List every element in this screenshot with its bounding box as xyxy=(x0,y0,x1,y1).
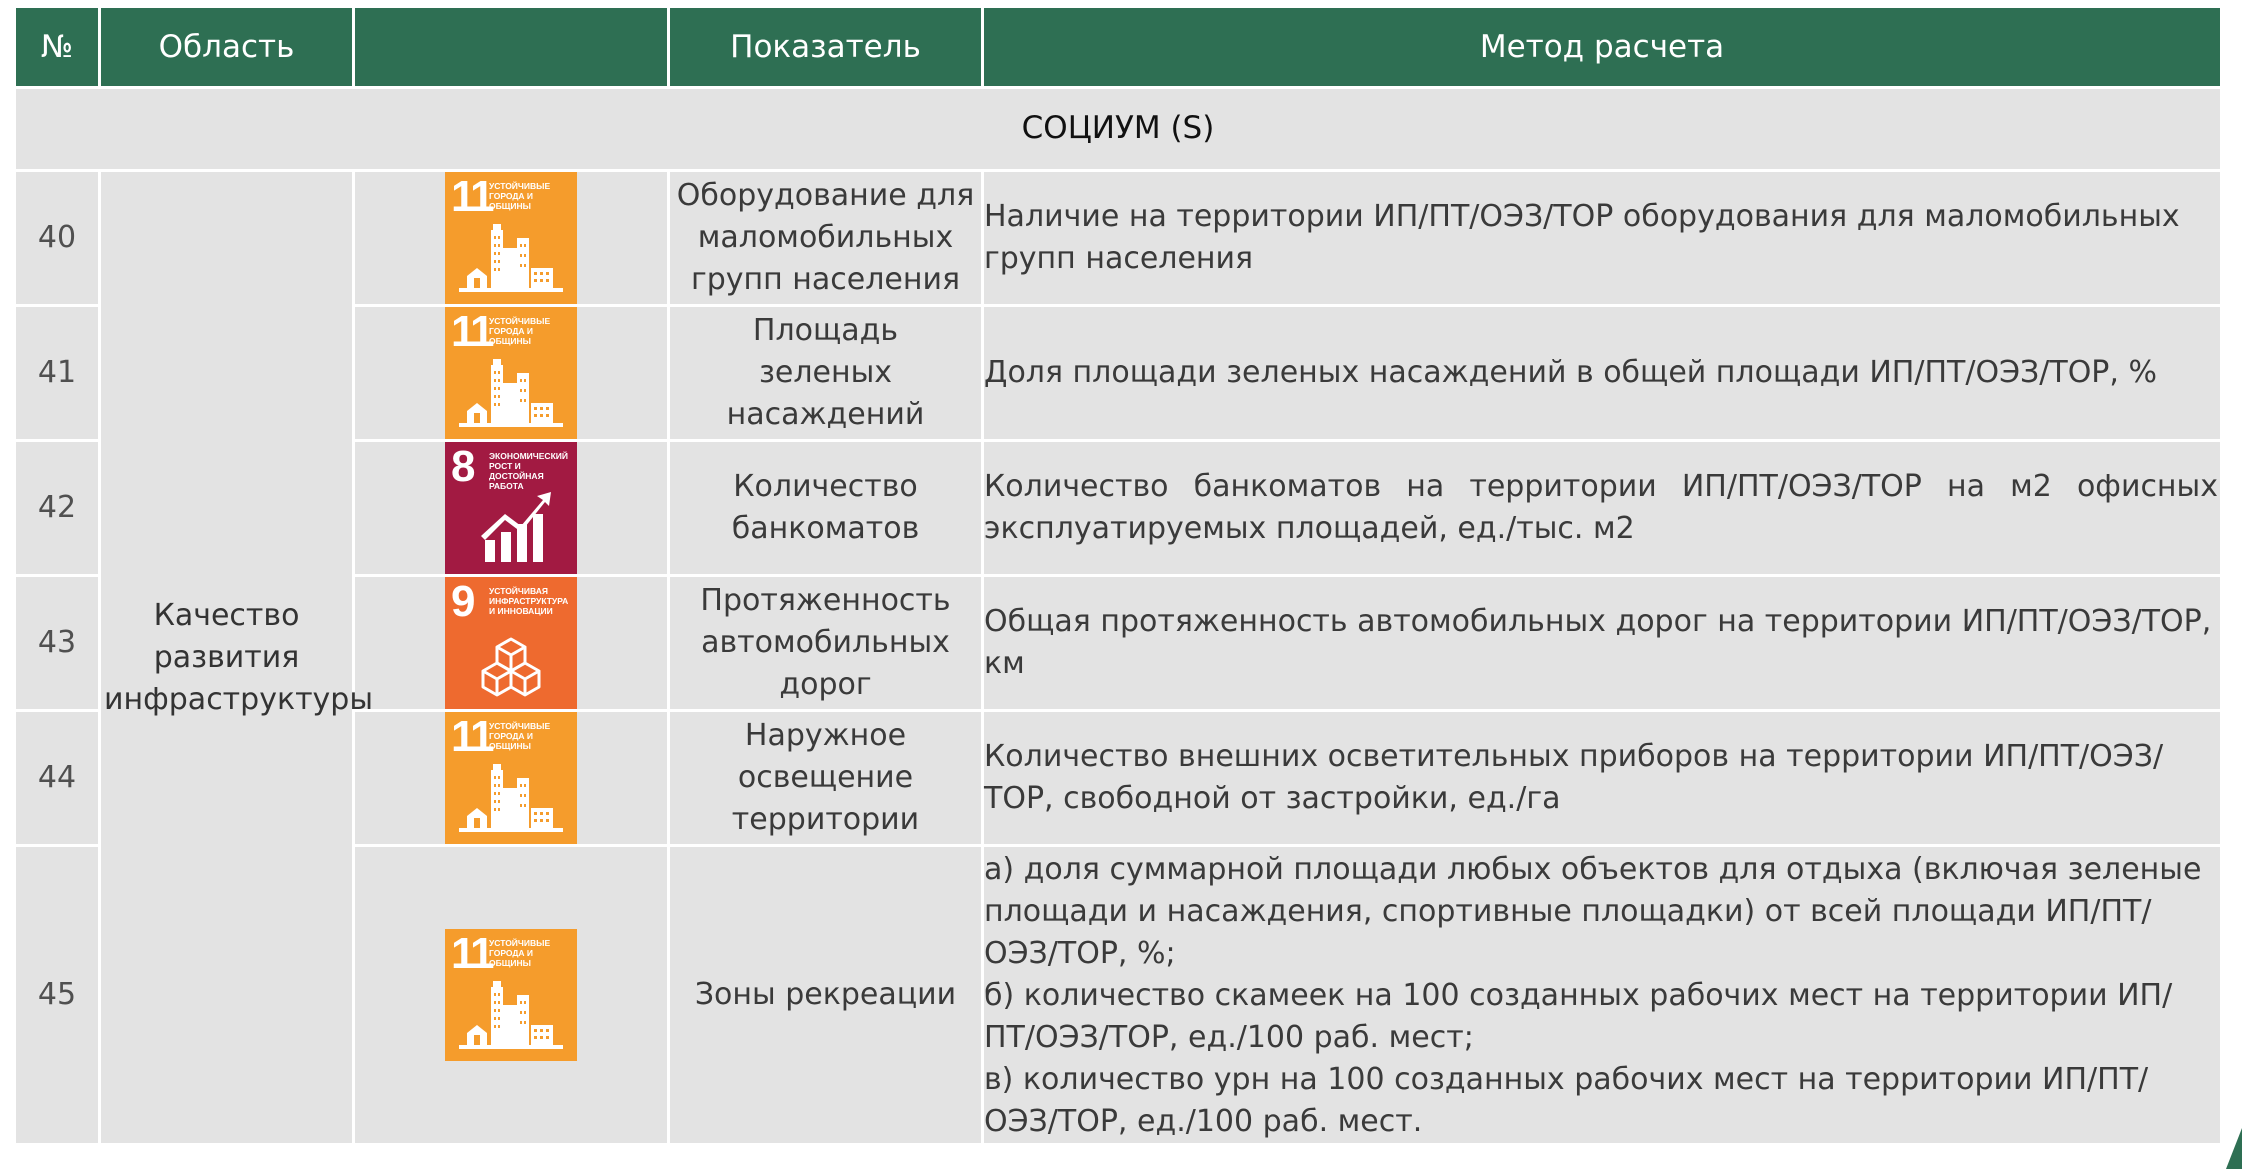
method-text: Наличие на территории ИП/ПТ/ОЭЗ/ТОР обор… xyxy=(981,169,2223,307)
header-indicator: Показатель xyxy=(667,5,984,89)
method-text: а) доля суммарной площади любых объектов… xyxy=(981,844,2223,1146)
indicator-name: Площадь зеленых насаждений xyxy=(667,304,984,442)
corner-accent-icon xyxy=(2226,1128,2242,1169)
sdg-icon-cell: 8 Экономический рост и достойная работа xyxy=(352,439,670,577)
sdg-goal-title: Устойчивые города и общины xyxy=(489,181,551,211)
method-item-a: а) доля суммарной площади любых объектов… xyxy=(984,852,2202,971)
header-num: № xyxy=(13,5,101,89)
area-label: Качество развития инфраструктуры xyxy=(104,597,374,717)
sdg-9-icon: 9 Устойчивая инфраструктура и инновации xyxy=(445,577,577,709)
section-row: СОЦИУМ (S) xyxy=(13,86,2223,172)
row-number: 43 xyxy=(13,574,101,712)
sdg-goal-number: 11 xyxy=(451,307,494,356)
sdg-11-icon: 11 Устойчивые города и общины xyxy=(445,172,577,304)
sdg-goal-number: 11 xyxy=(451,172,494,221)
row-number: 41 xyxy=(13,304,101,442)
section-title: СОЦИУМ (S) xyxy=(13,86,2223,172)
sdg-goal-title: Устойчивые города и общины xyxy=(489,316,551,346)
header-icon xyxy=(352,5,670,89)
sdg-icon-cell: 11 Устойчивые города и общины xyxy=(352,709,670,847)
sdg-goal-title: Устойчивые города и общины xyxy=(489,721,551,751)
sdg-icon-cell: 11 Устойчивые города и общины xyxy=(352,304,670,442)
sdg-goal-number: 8 xyxy=(451,442,476,491)
header-row: № Область Показатель Метод расчета xyxy=(13,5,2223,89)
row-number: 45 xyxy=(13,844,101,1146)
method-text: Количество банкоматов на территории ИП/П… xyxy=(981,439,2223,577)
sdg-11-icon: 11 Устойчивые города и общины xyxy=(445,307,577,439)
indicator-name: Количество банкоматов xyxy=(667,439,984,577)
indicator-name: Протяженность автомобильных дорог xyxy=(667,574,984,712)
sdg-goal-number: 11 xyxy=(451,929,494,978)
sdg-8-icon: 8 Экономический рост и достойная работа xyxy=(445,442,577,574)
indicator-name: Зоны рекреации xyxy=(667,844,984,1146)
method-text: Общая протяженность автомобильных дорог … xyxy=(981,574,2223,712)
area-cell: Качество развития инфраструктуры xyxy=(98,169,374,1146)
method-text: Доля площади зеленых насаждений в общей … xyxy=(981,304,2223,442)
row-number: 42 xyxy=(13,439,101,577)
sdg-goal-number: 11 xyxy=(451,712,494,761)
method-text: Количество внешних осветительных приборо… xyxy=(981,709,2223,847)
table-row: 40 Качество развития инфраструктуры 11 У… xyxy=(13,169,2223,1146)
header-area: Область xyxy=(98,5,355,89)
sdg-11-icon: 11 Устойчивые города и общины xyxy=(445,929,577,1061)
row-number: 44 xyxy=(13,709,101,847)
sdg-goal-number: 9 xyxy=(451,577,476,626)
method-item-c: в) количество урн на 100 созданных рабоч… xyxy=(984,1062,2149,1139)
sdg-goal-title: Устойчивые города и общины xyxy=(489,938,551,968)
sdg-icon-cell: 11 Устойчивые города и общины xyxy=(352,844,670,1146)
sdg-goal-title: Устойчивая инфраструктура и инновации xyxy=(489,586,569,616)
sdg-goal-title: Экономический рост и достойная работа xyxy=(489,451,568,491)
header-method: Метод расчета xyxy=(981,5,2223,89)
indicator-name: Наружное освещение территории xyxy=(667,709,984,847)
method-item-b: б) количество скамеек на 100 созданных р… xyxy=(984,978,2173,1055)
row-number: 40 xyxy=(13,169,101,307)
indicator-name: Оборудование для маломобильных групп нас… xyxy=(667,169,984,307)
sdg-11-icon: 11 Устойчивые города и общины xyxy=(445,712,577,844)
sdg-icon-cell: 9 Устойчивая инфраструктура и инновации xyxy=(352,574,670,712)
sdg-icon-cell: 11 Устойчивые города и общины xyxy=(352,169,670,307)
indicators-table: № Область Показатель Метод расчета СОЦИУ… xyxy=(13,5,2223,1146)
